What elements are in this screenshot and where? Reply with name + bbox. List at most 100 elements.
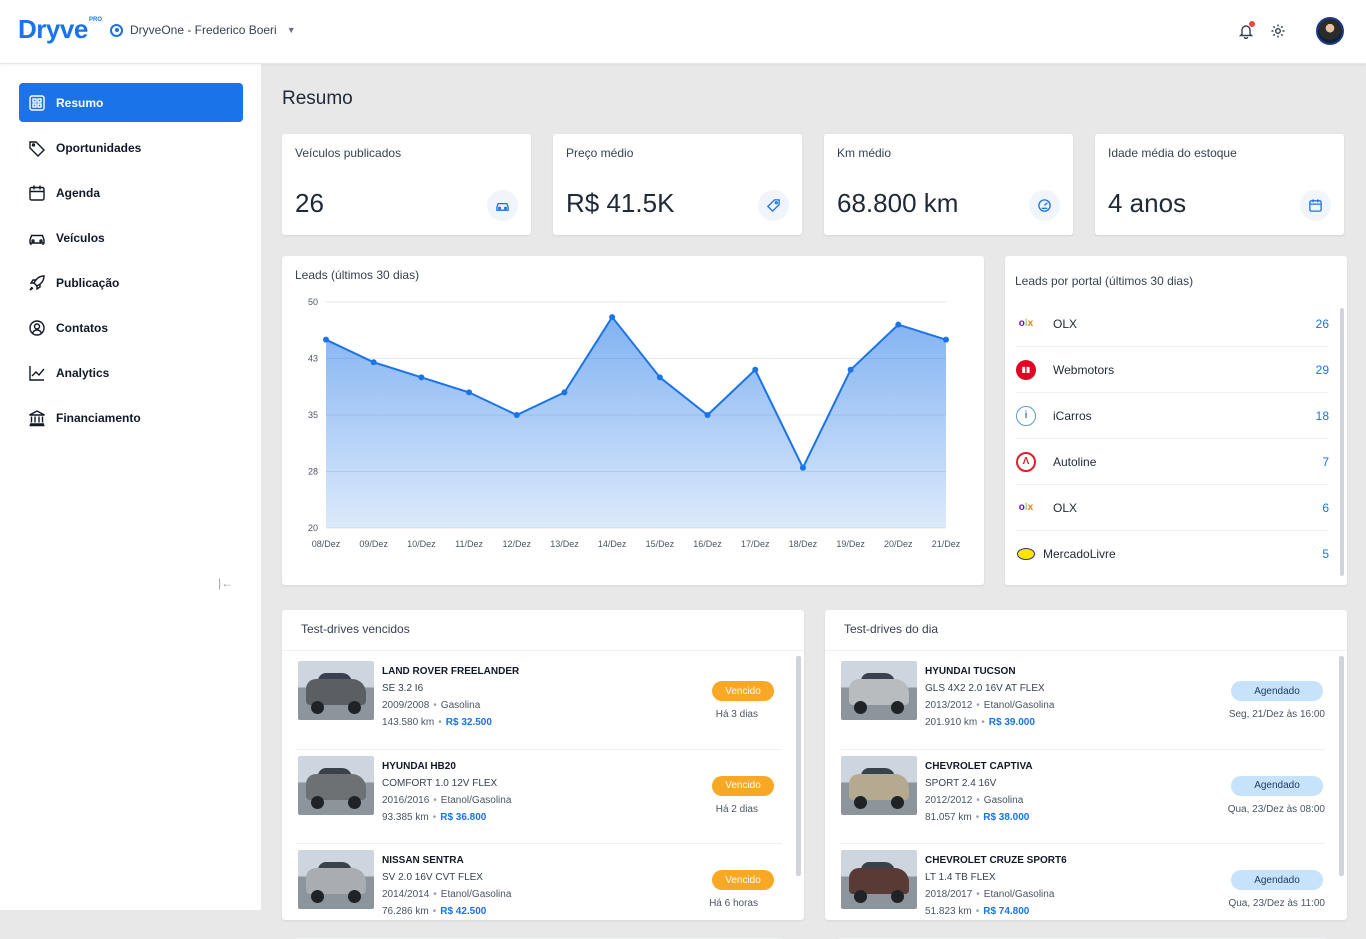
scrollbar[interactable] bbox=[1340, 308, 1344, 576]
vehicle-thumbnail bbox=[298, 661, 374, 720]
test-drive-row[interactable]: CHEVROLET CRUZE SPORT6 LT 1.4 TB FLEX 2018… bbox=[839, 844, 1325, 939]
vehicle-year: 2013/2012 bbox=[925, 700, 973, 711]
sidebar-item-label: Resumo bbox=[56, 95, 104, 110]
sidebar-item-publicacao[interactable]: Publicação bbox=[19, 263, 243, 302]
vehicle-version: COMFORT 1.0 12V FLEX bbox=[382, 777, 498, 789]
sidebar-item-veiculos[interactable]: Veículos bbox=[19, 218, 243, 257]
portal-row[interactable]: ▮▮ Webmotors 29 bbox=[1015, 347, 1329, 393]
x-tick-label: 14/Dez bbox=[598, 539, 627, 549]
data-point[interactable] bbox=[609, 314, 616, 321]
status-badge: Vencido bbox=[712, 681, 774, 701]
portal-lead-count: 18 bbox=[1315, 408, 1329, 423]
collapse-sidebar-icon[interactable]: |← bbox=[218, 576, 233, 590]
test-drive-time: Há 3 dias bbox=[715, 709, 758, 720]
vehicle-version: SV 2.0 16V CVT FLEX bbox=[382, 872, 483, 883]
portal-row[interactable]: Λ Autoline 7 bbox=[1015, 439, 1329, 485]
portal-lead-count: 5 bbox=[1322, 547, 1329, 561]
vehicle-thumbnail bbox=[298, 850, 374, 909]
test-drive-row[interactable]: HYUNDAI HB20 COMFORT 1.0 12V FLEX 2016/201… bbox=[296, 750, 782, 844]
scrollbar[interactable] bbox=[1339, 656, 1344, 876]
sidebar-item-label: Contatos bbox=[56, 320, 108, 335]
sidebar-item-oportunidades[interactable]: Oportunidades bbox=[19, 128, 243, 167]
vehicle-year: 2014/2014 bbox=[382, 889, 430, 900]
webmotors-logo-icon: ▮▮ bbox=[1015, 359, 1037, 381]
olx-logo-icon: olx bbox=[1018, 318, 1034, 329]
portal-row[interactable]: MercadoLivre 5 bbox=[1015, 531, 1329, 577]
page-title: Resumo bbox=[282, 88, 353, 109]
account-selector[interactable]: DryveOne - Frederico Boeri ▼ bbox=[110, 23, 296, 37]
portal-list: olx OLX 26 ▮▮ Webmotors 29 i iCarros 18 Λ Autoline… bbox=[1015, 301, 1329, 577]
y-tick-label: 28 bbox=[308, 467, 318, 477]
data-point[interactable] bbox=[561, 389, 568, 396]
sidebar: Resumo Oportunidades Agenda Veículos Pub… bbox=[0, 64, 262, 910]
top-bar: Dryve PRO DryveOne - Frederico Boeri ▼ bbox=[0, 0, 1366, 64]
portal-name: MercadoLivre bbox=[1043, 547, 1116, 561]
data-point[interactable] bbox=[847, 366, 854, 373]
user-avatar[interactable] bbox=[1316, 17, 1344, 45]
portal-row[interactable]: i iCarros 18 bbox=[1015, 393, 1329, 439]
test-drive-row[interactable]: LAND ROVER FREELANDER SE 3.2 I6 2009/2008 •… bbox=[296, 655, 782, 750]
portal-lead-count: 7 bbox=[1322, 454, 1329, 469]
notifications-bell-icon[interactable] bbox=[1238, 21, 1255, 40]
status-badge: Vencido bbox=[712, 775, 774, 796]
data-point[interactable] bbox=[370, 359, 377, 366]
portal-card-title: Leads por portal (últimos 30 dias) bbox=[1015, 274, 1194, 288]
portal-row[interactable]: olx OLX 6 bbox=[1015, 485, 1329, 531]
vehicle-thumbnail bbox=[841, 755, 917, 815]
scrollbar[interactable] bbox=[796, 656, 801, 876]
data-point[interactable] bbox=[752, 366, 759, 373]
x-tick-label: 15/Dez bbox=[646, 539, 675, 549]
data-point[interactable] bbox=[704, 412, 711, 418]
sidebar-item-label: Veículos bbox=[56, 230, 105, 245]
logo-pro-badge: PRO bbox=[89, 17, 103, 23]
sidebar-item-financiamento[interactable]: Financiamento bbox=[19, 398, 243, 437]
portal-name: Autoline bbox=[1053, 454, 1097, 469]
portal-lead-count: 29 bbox=[1315, 362, 1329, 377]
sidebar-item-agenda[interactable]: Agenda bbox=[19, 173, 243, 212]
sidebar-item-resumo[interactable]: Resumo bbox=[19, 83, 243, 122]
data-point[interactable] bbox=[943, 336, 949, 343]
overdue-test-drives-card: Test-drives vencidos LAND ROVER FREELAND… bbox=[282, 610, 804, 939]
icarros-logo-icon: i bbox=[1015, 405, 1037, 427]
portal-lead-count: 6 bbox=[1322, 500, 1329, 515]
leads-by-portal-card: Leads por portal (últimos 30 dias) olx OL… bbox=[1005, 256, 1347, 585]
stat-label: Preço médio bbox=[566, 146, 634, 160]
vehicle-year: 2016/2016 bbox=[382, 794, 430, 806]
sidebar-item-analytics[interactable]: Analytics bbox=[19, 353, 243, 392]
data-point[interactable] bbox=[656, 374, 663, 381]
vehicle-price: R$ 74.800 bbox=[983, 906, 1030, 917]
portal-name: OLX bbox=[1053, 500, 1078, 515]
status-badge: Vencido bbox=[712, 870, 774, 890]
vehicle-thumbnail bbox=[841, 850, 917, 909]
x-tick-label: 11/Dez bbox=[455, 539, 483, 549]
data-point[interactable] bbox=[513, 412, 520, 418]
calendar-icon bbox=[29, 185, 45, 201]
settings-gear-icon[interactable] bbox=[1270, 23, 1286, 39]
stat-value: 4 anos bbox=[1108, 188, 1187, 218]
chevron-down-icon: ▼ bbox=[286, 25, 296, 35]
stat-card-preco-medio: Preço médio R$ 41.5K bbox=[553, 134, 802, 235]
data-point[interactable] bbox=[799, 464, 806, 471]
vehicle-name: HYUNDAI HB20 bbox=[382, 760, 456, 772]
test-drive-row[interactable]: HYUNDAI TUCSON GLS 4X2 2.0 16V AT FLEX 201… bbox=[839, 655, 1325, 750]
sidebar-item-label: Publicação bbox=[56, 275, 120, 290]
y-tick-label: 35 bbox=[308, 410, 318, 420]
x-tick-label: 10/Dez bbox=[407, 539, 436, 549]
notification-dot bbox=[1249, 21, 1255, 27]
data-point[interactable] bbox=[466, 389, 473, 396]
vehicle-km: 51.823 km bbox=[925, 906, 972, 917]
portal-row[interactable]: olx OLX 26 bbox=[1015, 301, 1329, 347]
test-drive-time: Qua, 23/Dez às 11:00 bbox=[1228, 898, 1325, 909]
status-badge: Agendado bbox=[1231, 870, 1323, 890]
portal-name: Webmotors bbox=[1053, 362, 1115, 377]
data-point[interactable] bbox=[323, 336, 329, 343]
user-circle-icon bbox=[29, 319, 45, 336]
sidebar-item-contatos[interactable]: Contatos bbox=[19, 308, 243, 347]
data-point[interactable] bbox=[895, 321, 902, 328]
test-drive-row[interactable]: NISSAN SENTRA SV 2.0 16V CVT FLEX 2014/201… bbox=[296, 844, 782, 939]
data-point[interactable] bbox=[418, 374, 425, 381]
test-drive-row[interactable]: CHEVROLET CAPTIVA SPORT 2.4 16V 2012/2012 •… bbox=[839, 750, 1325, 844]
vehicle-version: SPORT 2.4 16V bbox=[925, 777, 997, 789]
vehicle-version: GLS 4X2 2.0 16V AT FLEX bbox=[925, 683, 1045, 694]
logo[interactable]: Dryve bbox=[18, 14, 88, 45]
